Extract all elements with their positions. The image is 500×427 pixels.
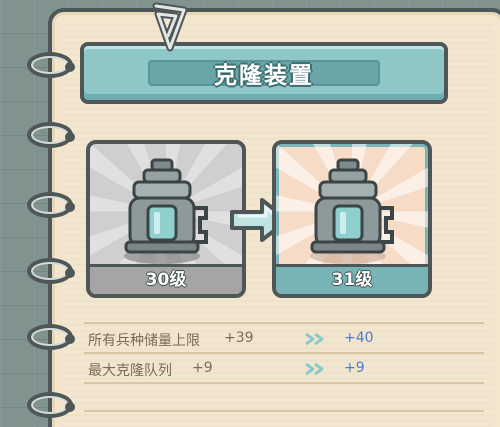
divider [84,382,484,384]
paperclip-icon [152,2,188,52]
double-chevron-icon [305,332,324,346]
title-banner: 克隆装置 [80,42,448,104]
spiral-ring [27,52,75,78]
double-chevron-icon [305,362,324,376]
clone-device-icon [124,158,208,264]
divider [84,352,484,354]
stat-current-value: +39 [224,330,254,346]
divider [84,322,484,324]
stat-label: 最大克隆队列 [88,363,172,379]
next-level-label: 31级 [331,270,373,290]
spiral-ring [27,122,75,148]
spiral-ring [27,324,75,350]
stat-next-value: +9 [344,360,365,376]
stat-row: 最大克隆队列 +9 +9 [84,356,484,382]
divider [84,410,484,412]
spiral-ring [27,192,75,218]
current-level-label: 30级 [145,270,187,290]
page-title: 克隆装置 [214,63,314,89]
stat-current-value: +9 [192,360,213,376]
stat-label: 所有兵种储量上限 [88,333,200,349]
clone-device-icon [310,158,394,264]
current-level-card: 30级 [86,140,246,298]
spiral-ring [27,258,75,284]
stat-next-value: +40 [344,330,374,346]
next-level-card: 31级 [272,140,432,298]
stat-row: 所有兵种储量上限 +39 +40 [84,326,484,352]
spiral-ring [27,392,75,418]
